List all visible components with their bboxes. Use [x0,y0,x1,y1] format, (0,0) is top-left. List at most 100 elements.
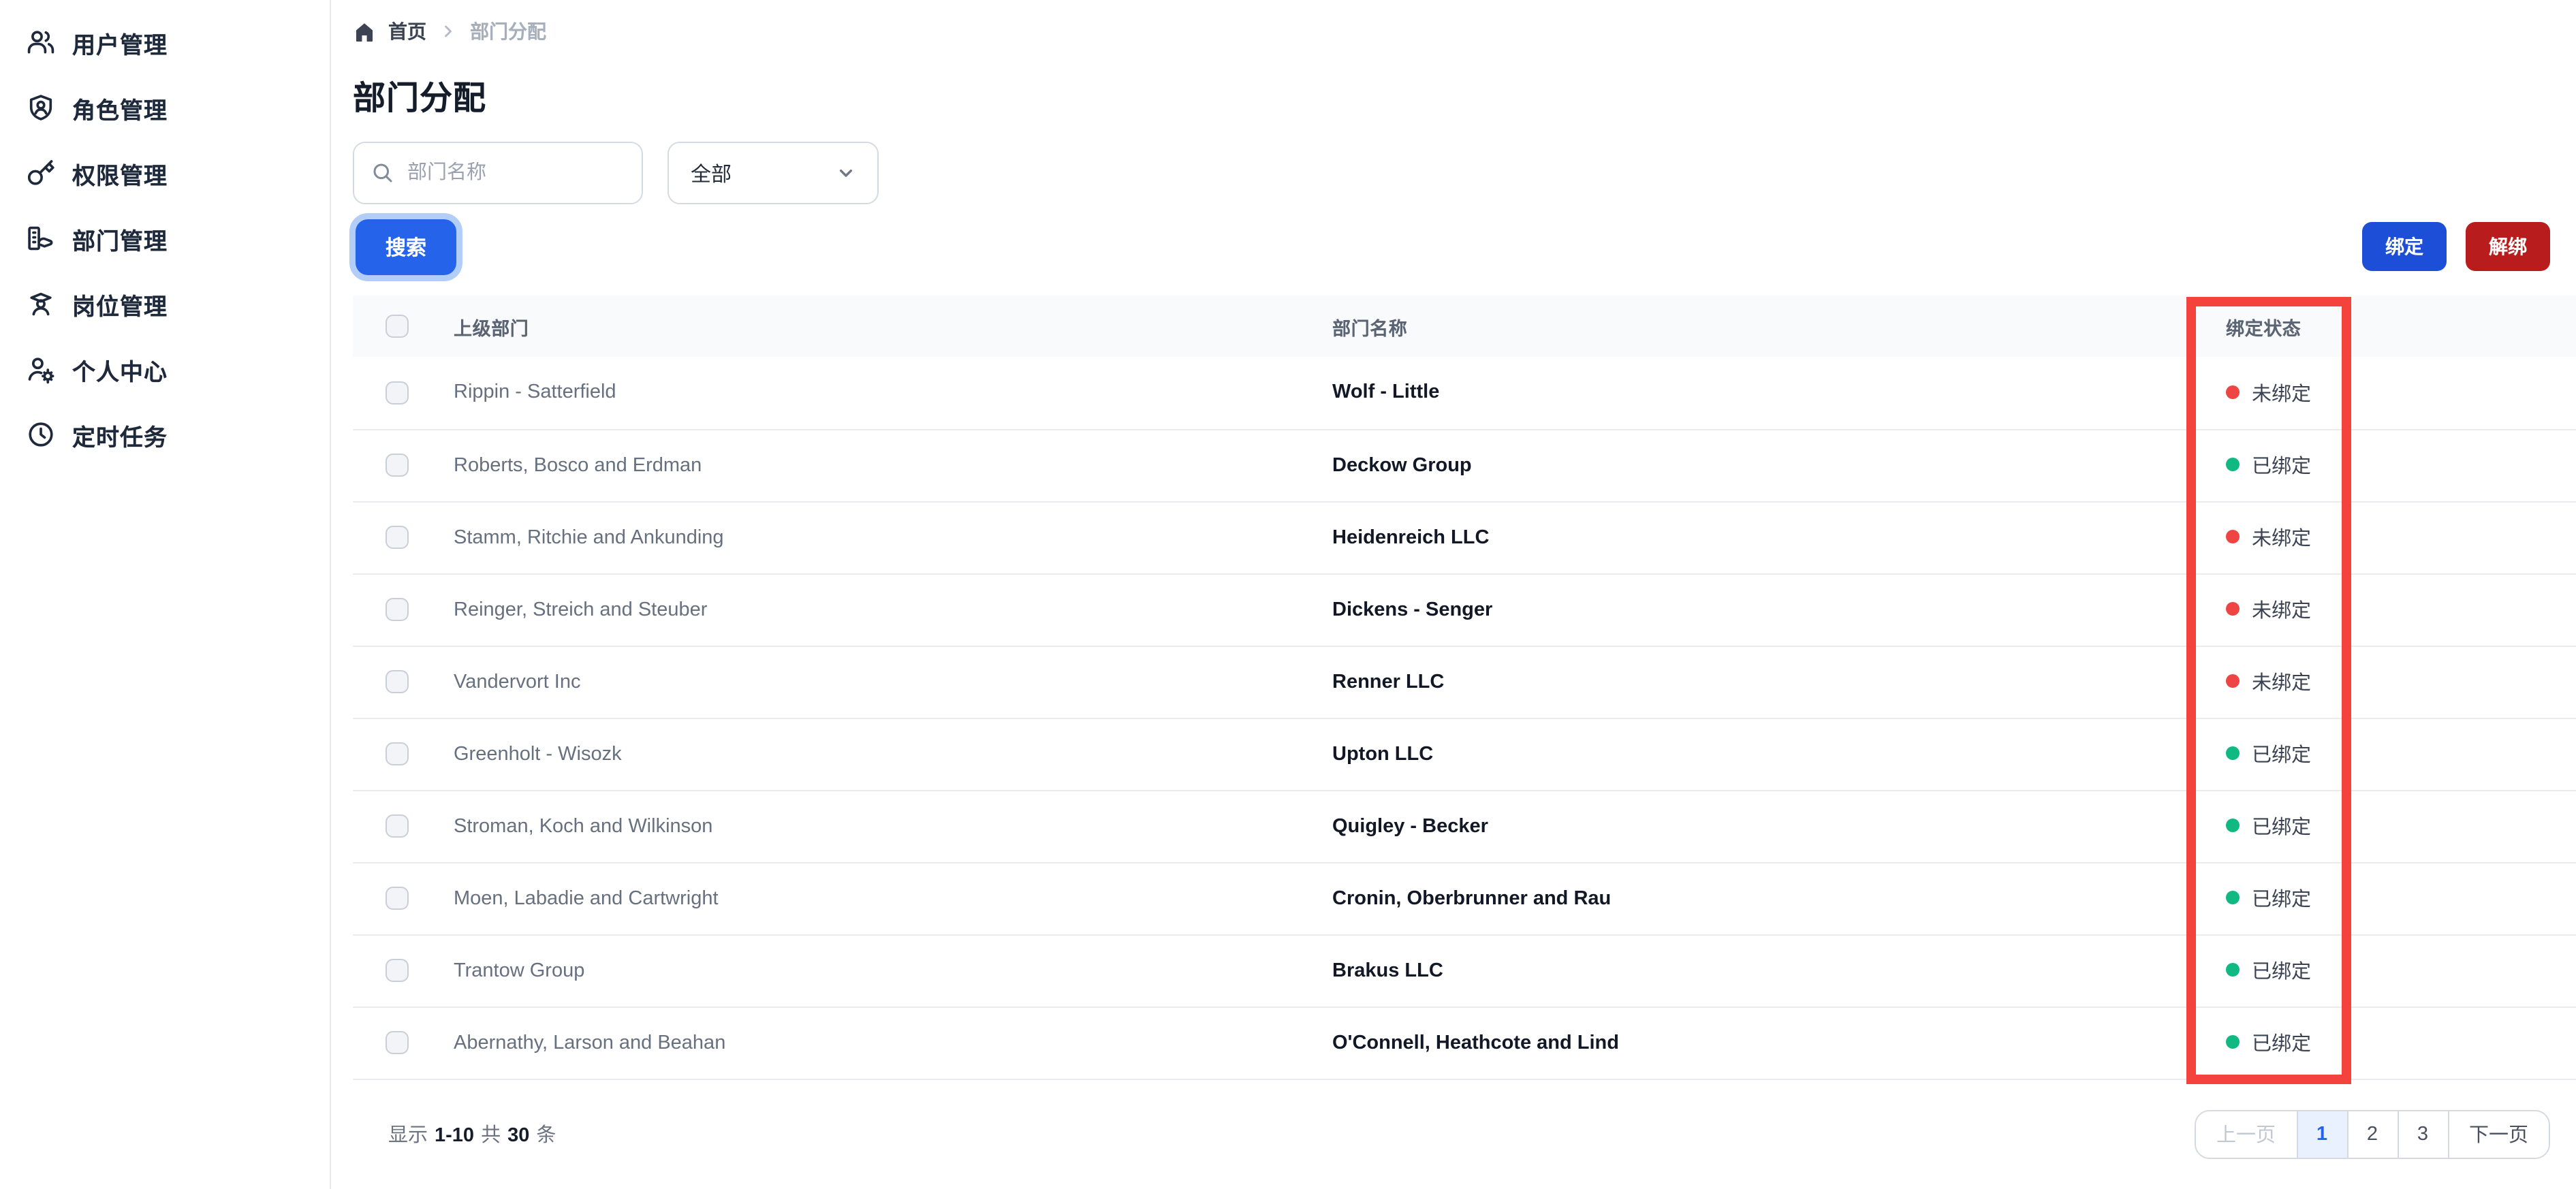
department-name-cell: Heidenreich LLC [1332,526,1490,548]
table-row: Roberts, Bosco and Erdman Deckow Group 已绑定 [353,429,2576,501]
chevron-right-icon [439,22,458,41]
bind-status-cell: 未绑定 [2226,501,2576,573]
sidebar-item-权限管理[interactable]: 权限管理 [0,140,330,206]
department-name-cell: Dickens - Senger [1332,599,1493,620]
key-icon [26,158,56,188]
status-dot-red [2226,530,2240,543]
page-button-1[interactable]: 1 [2296,1111,2346,1157]
select-value: 全部 [691,163,732,186]
organization-icon [26,223,56,253]
table-row: Greenholt - Wisozk Upton LLC 已绑定 [353,718,2576,790]
bind-status-cell: 未绑定 [2226,573,2576,646]
search-button[interactable]: 搜索 [356,219,457,274]
row-checkbox[interactable] [386,525,409,549]
pagination-summary: 显示 1-10 共 30 条 [388,1120,556,1148]
row-checkbox[interactable] [386,1030,409,1054]
page-button-3[interactable]: 3 [2397,1111,2447,1157]
actions-row: 搜索 绑定 解绑 [353,212,2550,281]
unbind-button[interactable]: 解绑 [2466,222,2550,271]
parent-department-cell: Greenholt - Wisozk [454,743,622,765]
bind-status-cell: 未绑定 [2226,357,2576,429]
select-all-checkbox[interactable] [386,315,409,338]
search-input[interactable] [407,162,625,184]
table-row: Reinger, Streich and Steuber Dickens - Se… [353,573,2576,646]
parent-department-cell: Rippin - Satterfield [454,381,616,404]
parent-department-cell: Trantow Group [454,960,585,981]
bind-status-cell: 已绑定 [2226,934,2576,1006]
clock-icon [26,419,56,449]
filter-bar: 全部 [353,142,2576,204]
status-dot-red [2226,385,2240,399]
sidebar-item-岗位管理[interactable]: 岗位管理 [0,271,330,336]
breadcrumb-current: 部门分配 [470,20,546,42]
row-checkbox[interactable] [386,742,409,765]
chevron-down-icon [839,169,853,177]
table-header-row: 上级部门 部门名称 绑定状态 [353,296,2576,357]
department-name-cell: Cronin, Oberbrunner and Rau [1332,887,1612,909]
status-label: 未绑定 [2252,528,2311,550]
bind-status-cell: 已绑定 [2226,790,2576,862]
status-dot-green [2226,458,2240,471]
departments-table: 上级部门 部门名称 绑定状态 Rippin - Satterfield Wolf … [353,296,2576,1079]
row-checkbox[interactable] [386,453,409,477]
graduate-icon [26,289,56,319]
sidebar-item-部门管理[interactable]: 部门管理 [0,206,330,271]
status-label: 未绑定 [2252,673,2311,695]
department-search-field[interactable] [353,142,643,204]
next-page-button[interactable]: 下一页 [2447,1111,2549,1157]
table-row: Trantow Group Brakus LLC 已绑定 [353,934,2576,1006]
status-dot-red [2226,674,2240,688]
status-filter-select[interactable]: 全部 [667,142,879,204]
department-name-cell: Brakus LLC [1332,960,1443,981]
user-gear-icon [26,354,56,384]
parent-department-cell: Reinger, Streich and Steuber [454,599,708,620]
home-icon[interactable] [353,20,376,43]
table-row: Abernathy, Larson and Beahan O'Connell, H… [353,1006,2576,1079]
status-label: 未绑定 [2252,383,2311,406]
parent-department-cell: Vandervort Inc [454,671,581,693]
status-dot-green [2226,891,2240,904]
status-label: 已绑定 [2252,456,2311,478]
department-name-cell: Deckow Group [1332,454,1472,476]
row-checkbox[interactable] [386,886,409,910]
parent-department-cell: Abernathy, Larson and Beahan [454,1032,726,1053]
main-content: 首页 部门分配 部门分配 全部 搜索 绑定 [331,0,2576,1189]
row-checkbox[interactable] [386,381,409,405]
sidebar-item-用户管理[interactable]: 用户管理 [0,10,330,75]
table-row: Stamm, Ritchie and Ankunding Heidenreich … [353,501,2576,573]
sidebar-item-label: 个人中心 [72,359,168,385]
status-label: 已绑定 [2252,962,2311,983]
summary-unit-label: 条 [536,1125,556,1147]
row-checkbox[interactable] [386,814,409,838]
bind-status-cell: 已绑定 [2226,718,2576,790]
department-name-cell: Upton LLC [1332,743,1434,765]
summary-total: 30 [507,1125,530,1147]
sidebar: 用户管理角色管理权限管理部门管理岗位管理个人中心定时任务 [0,0,331,1189]
header-parent-department: 上级部门 [454,318,529,338]
header-bind-status: 绑定状态 [2226,318,2302,338]
header-department-name: 部门名称 [1332,318,1408,338]
row-checkbox[interactable] [386,669,409,693]
users-icon [26,27,56,57]
table-row: Moen, Labadie and Cartwright Cronin, Ober… [353,862,2576,934]
status-label: 已绑定 [2252,1034,2311,1056]
parent-department-cell: Stroman, Koch and Wilkinson [454,815,713,837]
sidebar-item-定时任务[interactable]: 定时任务 [0,402,330,467]
sidebar-item-label: 角色管理 [72,97,168,123]
sidebar-item-个人中心[interactable]: 个人中心 [0,336,330,402]
bind-status-cell: 已绑定 [2226,1006,2576,1079]
sidebar-item-label: 部门管理 [72,228,168,254]
parent-department-cell: Moen, Labadie and Cartwright [454,887,719,909]
prev-page-button[interactable]: 上一页 [2196,1111,2296,1157]
status-label: 已绑定 [2252,889,2311,911]
summary-range: 1-10 [435,1125,475,1147]
breadcrumb-home-link[interactable]: 首页 [388,18,426,45]
department-name-cell: Quigley - Becker [1332,815,1488,837]
page-button-2[interactable]: 2 [2346,1111,2397,1157]
row-checkbox[interactable] [386,597,409,621]
bind-button[interactable]: 绑定 [2362,222,2447,271]
page-root: 用户管理角色管理权限管理部门管理岗位管理个人中心定时任务 首页 部门分配 部门分… [0,0,2576,1189]
row-checkbox[interactable] [386,958,409,982]
summary-show-label: 显示 [388,1125,428,1147]
sidebar-item-角色管理[interactable]: 角色管理 [0,75,330,140]
